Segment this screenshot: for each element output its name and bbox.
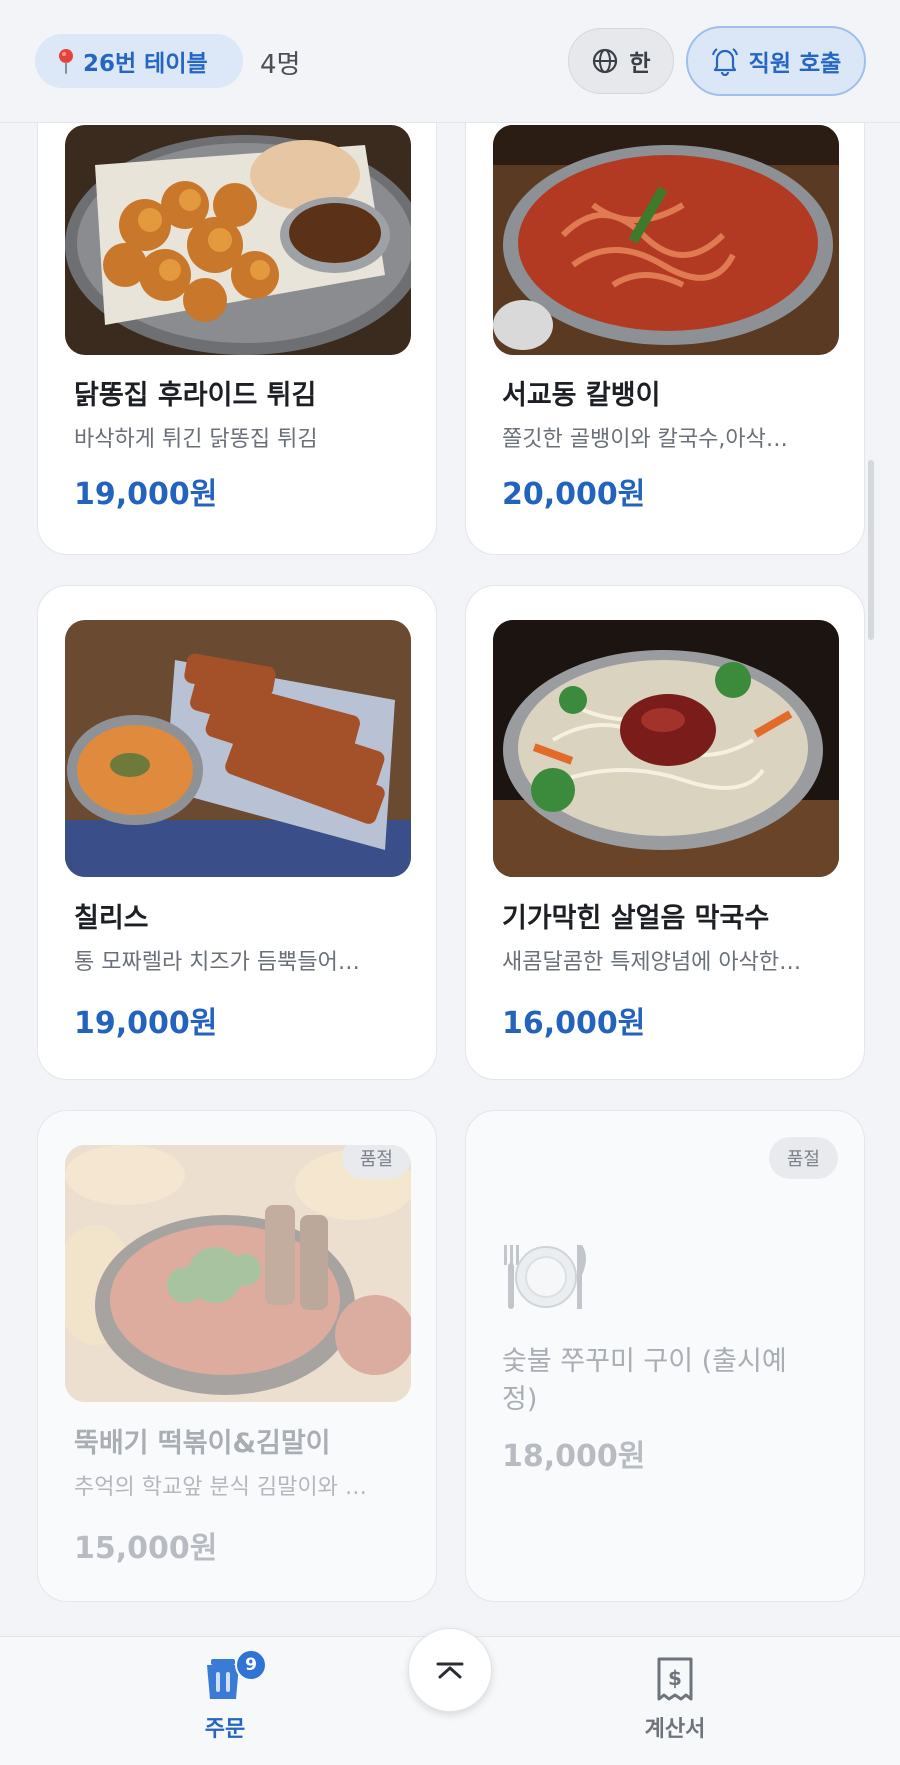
staff-call-button[interactable]: 직원 호출 xyxy=(686,26,866,96)
soldout-badge: 품절 xyxy=(768,1137,838,1179)
pin-icon xyxy=(59,49,73,74)
table-label: 26번 테이블 xyxy=(83,51,208,77)
svg-text:$: $ xyxy=(668,1666,682,1690)
menu-price: 15,000원 xyxy=(74,1531,218,1566)
menu-desc: 쫄깃한 골뱅이와 칼국수,아삭… xyxy=(502,427,788,452)
menu-price: 20,000원 xyxy=(502,477,646,512)
nav-bill[interactable]: $ 계산서 xyxy=(605,1655,745,1743)
menu-price: 18,000원 xyxy=(502,1439,646,1474)
menu-price: 19,000원 xyxy=(74,1006,218,1041)
menu-price: 19,000원 xyxy=(74,477,218,512)
cart-count-badge: 9 xyxy=(235,1649,267,1681)
menu-desc: 추억의 학교앞 분식 김말이와 … xyxy=(74,1475,367,1500)
menu-card[interactable]: 칠리스 통 모짜렐라 치즈가 듬뿍들어… 19,000원 xyxy=(37,585,437,1080)
menu-name-line2: 정) xyxy=(502,1384,538,1415)
chevron-up-icon xyxy=(436,1662,464,1679)
menu-name-line1: 숯불 쭈꾸미 구이 (출시예 xyxy=(502,1346,787,1377)
menu-card[interactable]: 기가막힌 살얼음 막국수 새콤달콤한 특제양념에 아삭한… 16,000원 xyxy=(465,585,865,1080)
menu-image-chillis xyxy=(65,620,411,877)
menu-desc: 새콤달콤한 특제양념에 아삭한… xyxy=(502,950,802,975)
language-label: 한 xyxy=(629,51,651,77)
language-button[interactable]: 한 xyxy=(568,28,674,94)
nav-bill-label: 계산서 xyxy=(644,1717,706,1742)
globe-icon xyxy=(593,48,618,74)
menu-name: 뚝배기 떡볶이&김말이 xyxy=(74,1428,331,1459)
menu-image-makguksu xyxy=(493,620,839,877)
menu-image-tteokbokki: 품절 xyxy=(65,1145,411,1402)
menu-desc: 바삭하게 튀긴 닭똥집 튀김 xyxy=(74,427,318,452)
menu-image-golbaengi xyxy=(493,125,839,355)
menu-name: 칠리스 xyxy=(74,903,149,934)
plate-cutlery-icon xyxy=(504,1245,586,1309)
menu-name: 기가막힌 살얼음 막국수 xyxy=(502,903,770,934)
table-chip: 26번 테이블 xyxy=(35,34,243,88)
menu-image-fried-gizzard xyxy=(65,125,411,355)
menu-card[interactable]: 닭똥집 후라이드 튀김 바삭하게 튀긴 닭똥집 튀김 19,000원 xyxy=(37,50,437,555)
nav-order[interactable]: 9 주문 xyxy=(155,1649,295,1743)
menu-card[interactable]: 서교동 칼뱅이 쫄깃한 골뱅이와 칼국수,아삭… 20,000원 xyxy=(465,50,865,555)
menu-card-soldout[interactable]: 품절 숯불 쭈꾸미 구이 (출시예 정) 18,000원 xyxy=(465,1110,865,1602)
scrollbar[interactable] xyxy=(868,460,874,640)
nav-order-label: 주문 xyxy=(204,1717,246,1742)
guest-count: 4명 xyxy=(260,50,301,80)
menu-page: 26번 테이블 4명 한 직원 호출 닭똥집 후라이드 튀김 바삭하게 튀긴 닭… xyxy=(0,0,900,1765)
menu-price: 16,000원 xyxy=(502,1006,646,1041)
menu-desc: 통 모짜렐라 치즈가 듬뿍들어… xyxy=(74,950,360,975)
scroll-top-button[interactable] xyxy=(408,1628,492,1712)
menu-name: 닭똥집 후라이드 튀김 xyxy=(74,380,317,411)
staff-call-label: 직원 호출 xyxy=(748,51,842,77)
top-bar: 26번 테이블 4명 한 직원 호출 xyxy=(0,0,900,123)
bell-icon xyxy=(711,48,738,76)
soldout-overlay xyxy=(65,1145,411,1402)
soldout-badge: 품절 xyxy=(341,1145,411,1179)
menu-name: 서교동 칼뱅이 xyxy=(502,380,661,411)
menu-card-soldout[interactable]: 품절 뚝배기 떡볶이&김말이 추억의 학교앞 분식 김말이와 … 15,000원 xyxy=(37,1110,437,1602)
receipt-icon: $ xyxy=(657,1657,693,1701)
